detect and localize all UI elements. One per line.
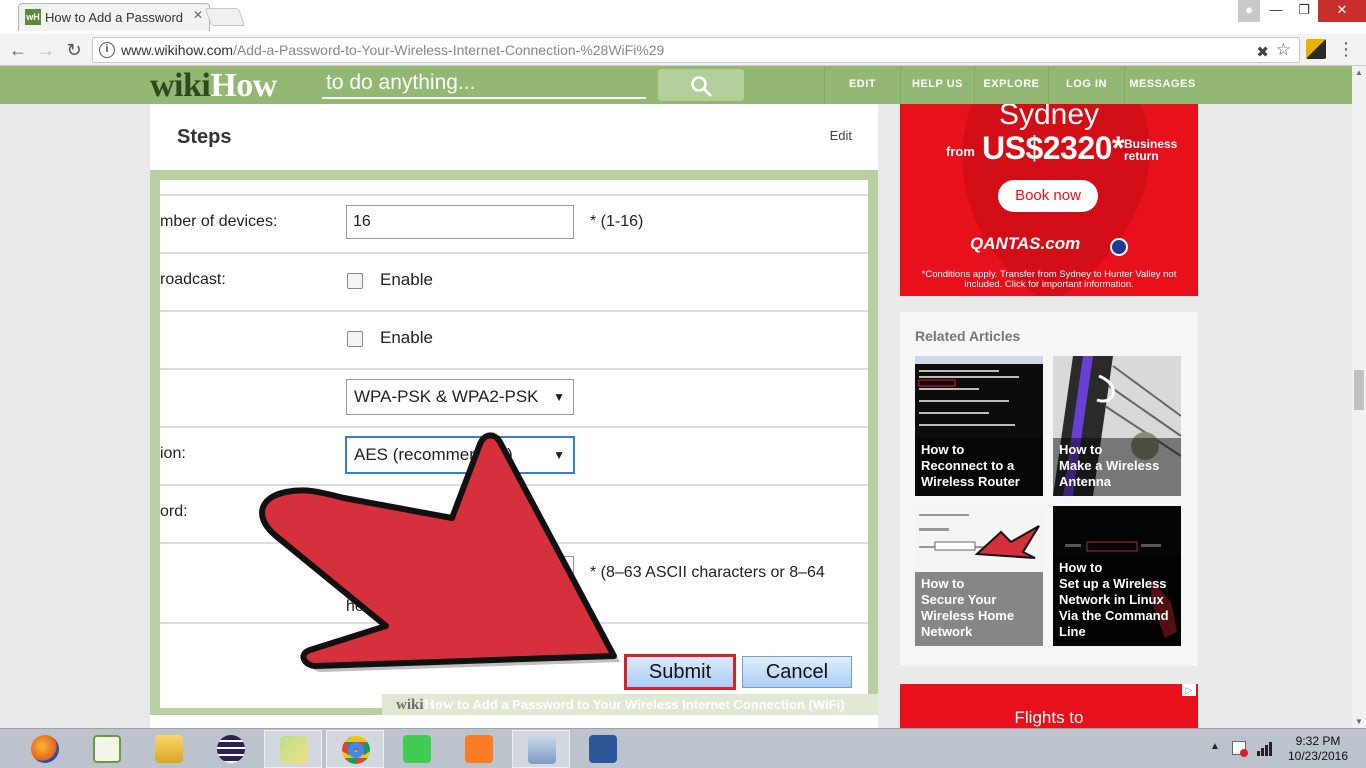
related-article[interactable]: How to Set up a Wireless Network in Linux… xyxy=(1053,506,1181,646)
show-hidden-icons-icon[interactable]: ▲ xyxy=(1210,741,1220,752)
related-article[interactable]: How to Secure Your Wireless Home Network xyxy=(915,506,1043,646)
close-window-icon[interactable]: ✕ xyxy=(1318,0,1366,22)
notepad-plus-icon[interactable] xyxy=(78,730,136,768)
adchoices-icon[interactable]: ▷ xyxy=(1182,684,1196,696)
page-scrollbar[interactable]: ▲ ▼ xyxy=(1352,66,1366,728)
related-article-label: How to Reconnect to a Wireless Router xyxy=(915,438,1043,496)
related-title: Related Articles xyxy=(915,328,1021,344)
flights-ad[interactable]: ▷ Flights to xyxy=(900,684,1198,728)
action-center-icon[interactable] xyxy=(1232,741,1248,757)
close-tab-icon[interactable]: ✕ xyxy=(193,8,203,22)
scroll-down-icon[interactable]: ▼ xyxy=(1352,717,1366,726)
nav-edit[interactable]: EDIT xyxy=(824,66,900,104)
scroll-up-icon[interactable]: ▲ xyxy=(1352,68,1366,77)
user-profile-icon[interactable]: ● xyxy=(1238,0,1260,22)
wikihow-favicon-icon: wH xyxy=(25,9,41,25)
nav-log-in[interactable]: LOG IN xyxy=(1048,66,1124,104)
wikihow-header: wikiHow to do anything... EDIT HELP US E… xyxy=(0,66,1352,104)
file-explorer-icon[interactable] xyxy=(140,730,198,768)
oneworld-icon xyxy=(1110,238,1128,256)
folder-icon[interactable] xyxy=(264,730,322,768)
extension-icon[interactable] xyxy=(1306,39,1326,59)
book-now-button[interactable]: Book now xyxy=(998,180,1098,212)
qantas-ad[interactable]: Sydney from US$2320* Business return Book… xyxy=(900,104,1198,296)
related-article-label: How to Make a Wireless Antenna xyxy=(1053,438,1181,496)
system-clock[interactable]: 9:32 PM 10/23/2016 xyxy=(1286,734,1350,764)
bookmark-star-icon[interactable]: ☆ xyxy=(1276,38,1291,62)
chrome-icon[interactable] xyxy=(326,730,384,768)
word-icon[interactable] xyxy=(574,730,632,768)
network-app-icon[interactable] xyxy=(512,730,570,768)
nav-messages[interactable]: MESSAGES xyxy=(1124,66,1200,104)
related-articles: Related Articles How to Reconnect to a Wi… xyxy=(900,312,1198,666)
ad-terms: *Conditions apply. Transfer from Sydney … xyxy=(921,269,1177,290)
ad-from: from xyxy=(946,144,975,159)
nav-explore[interactable]: EXPLORE xyxy=(974,66,1048,104)
ad-fare-class: Business return xyxy=(1124,137,1178,163)
windows-taskbar: ▲ 9:32 PM 10/23/2016 xyxy=(0,728,1366,768)
reload-icon[interactable]: ↻ xyxy=(62,38,86,62)
ad-price: US$2320* xyxy=(982,130,1124,166)
search-input[interactable]: to do anything... xyxy=(322,69,646,99)
xampp-icon[interactable] xyxy=(450,730,508,768)
steps-section-header: Steps Edit xyxy=(150,104,878,166)
related-article-label: How to Set up a Wireless Network in Linux… xyxy=(1053,556,1181,646)
browser-tab[interactable]: wH How to Add a Password to Your Wireles… xyxy=(18,3,210,31)
wikihow-logo[interactable]: wikiHow xyxy=(150,67,277,105)
qt-creator-icon[interactable] xyxy=(388,730,446,768)
eclipse-icon[interactable] xyxy=(202,730,260,768)
search-button[interactable] xyxy=(658,69,744,101)
network-signal-icon[interactable] xyxy=(1256,740,1274,756)
red-arrow-icon xyxy=(259,432,620,672)
firefox-icon[interactable] xyxy=(16,730,74,768)
minimize-icon[interactable]: — xyxy=(1262,0,1290,22)
related-article[interactable]: How to Reconnect to a Wireless Router xyxy=(915,356,1043,496)
back-icon[interactable]: ← xyxy=(6,38,30,62)
steps-title: Steps xyxy=(177,126,232,148)
qantas-logo: QANTAS.com xyxy=(970,234,1081,253)
steps-edit-link[interactable]: Edit xyxy=(830,128,852,143)
related-article-label: How to Secure Your Wireless Home Network xyxy=(915,572,1043,646)
browser-tab-bar: wH How to Add a Password to Your Wireles… xyxy=(0,0,1366,34)
search-icon xyxy=(691,76,712,97)
address-toolbar: ← → ↻ i www.wikihow.com/Add-a-Password-t… xyxy=(0,34,1366,66)
router-settings-screenshot: mber of devices: 16 * (1-16) roadcast: E… xyxy=(160,180,868,708)
chrome-menu-icon[interactable]: ⋮ xyxy=(1336,40,1356,60)
blocked-content-icon[interactable]: ✖ xyxy=(1256,41,1269,65)
url-text: www.wikihow.com/Add-a-Password-to-Your-W… xyxy=(121,42,665,58)
restore-icon[interactable]: ❐ xyxy=(1290,0,1318,22)
ad-city: Sydney xyxy=(998,104,1100,131)
nav-help-us[interactable]: HELP US xyxy=(900,66,974,104)
step-image: mber of devices: 16 * (1-16) roadcast: E… xyxy=(150,170,878,715)
tab-title: How to Add a Password to Your Wireless I… xyxy=(45,10,185,25)
scroll-thumb[interactable] xyxy=(1354,370,1364,410)
forward-icon[interactable]: → xyxy=(34,38,58,62)
ad2-text: Flights to xyxy=(1014,708,1084,727)
related-article[interactable]: How to Make a Wireless Antenna xyxy=(1053,356,1181,496)
image-caption: wikiHow to Add a Password to Your Wirele… xyxy=(382,694,878,715)
info-icon[interactable]: i xyxy=(99,42,115,58)
url-bar[interactable]: i www.wikihow.com/Add-a-Password-to-Your… xyxy=(92,37,1300,63)
new-tab-button[interactable] xyxy=(204,8,246,26)
